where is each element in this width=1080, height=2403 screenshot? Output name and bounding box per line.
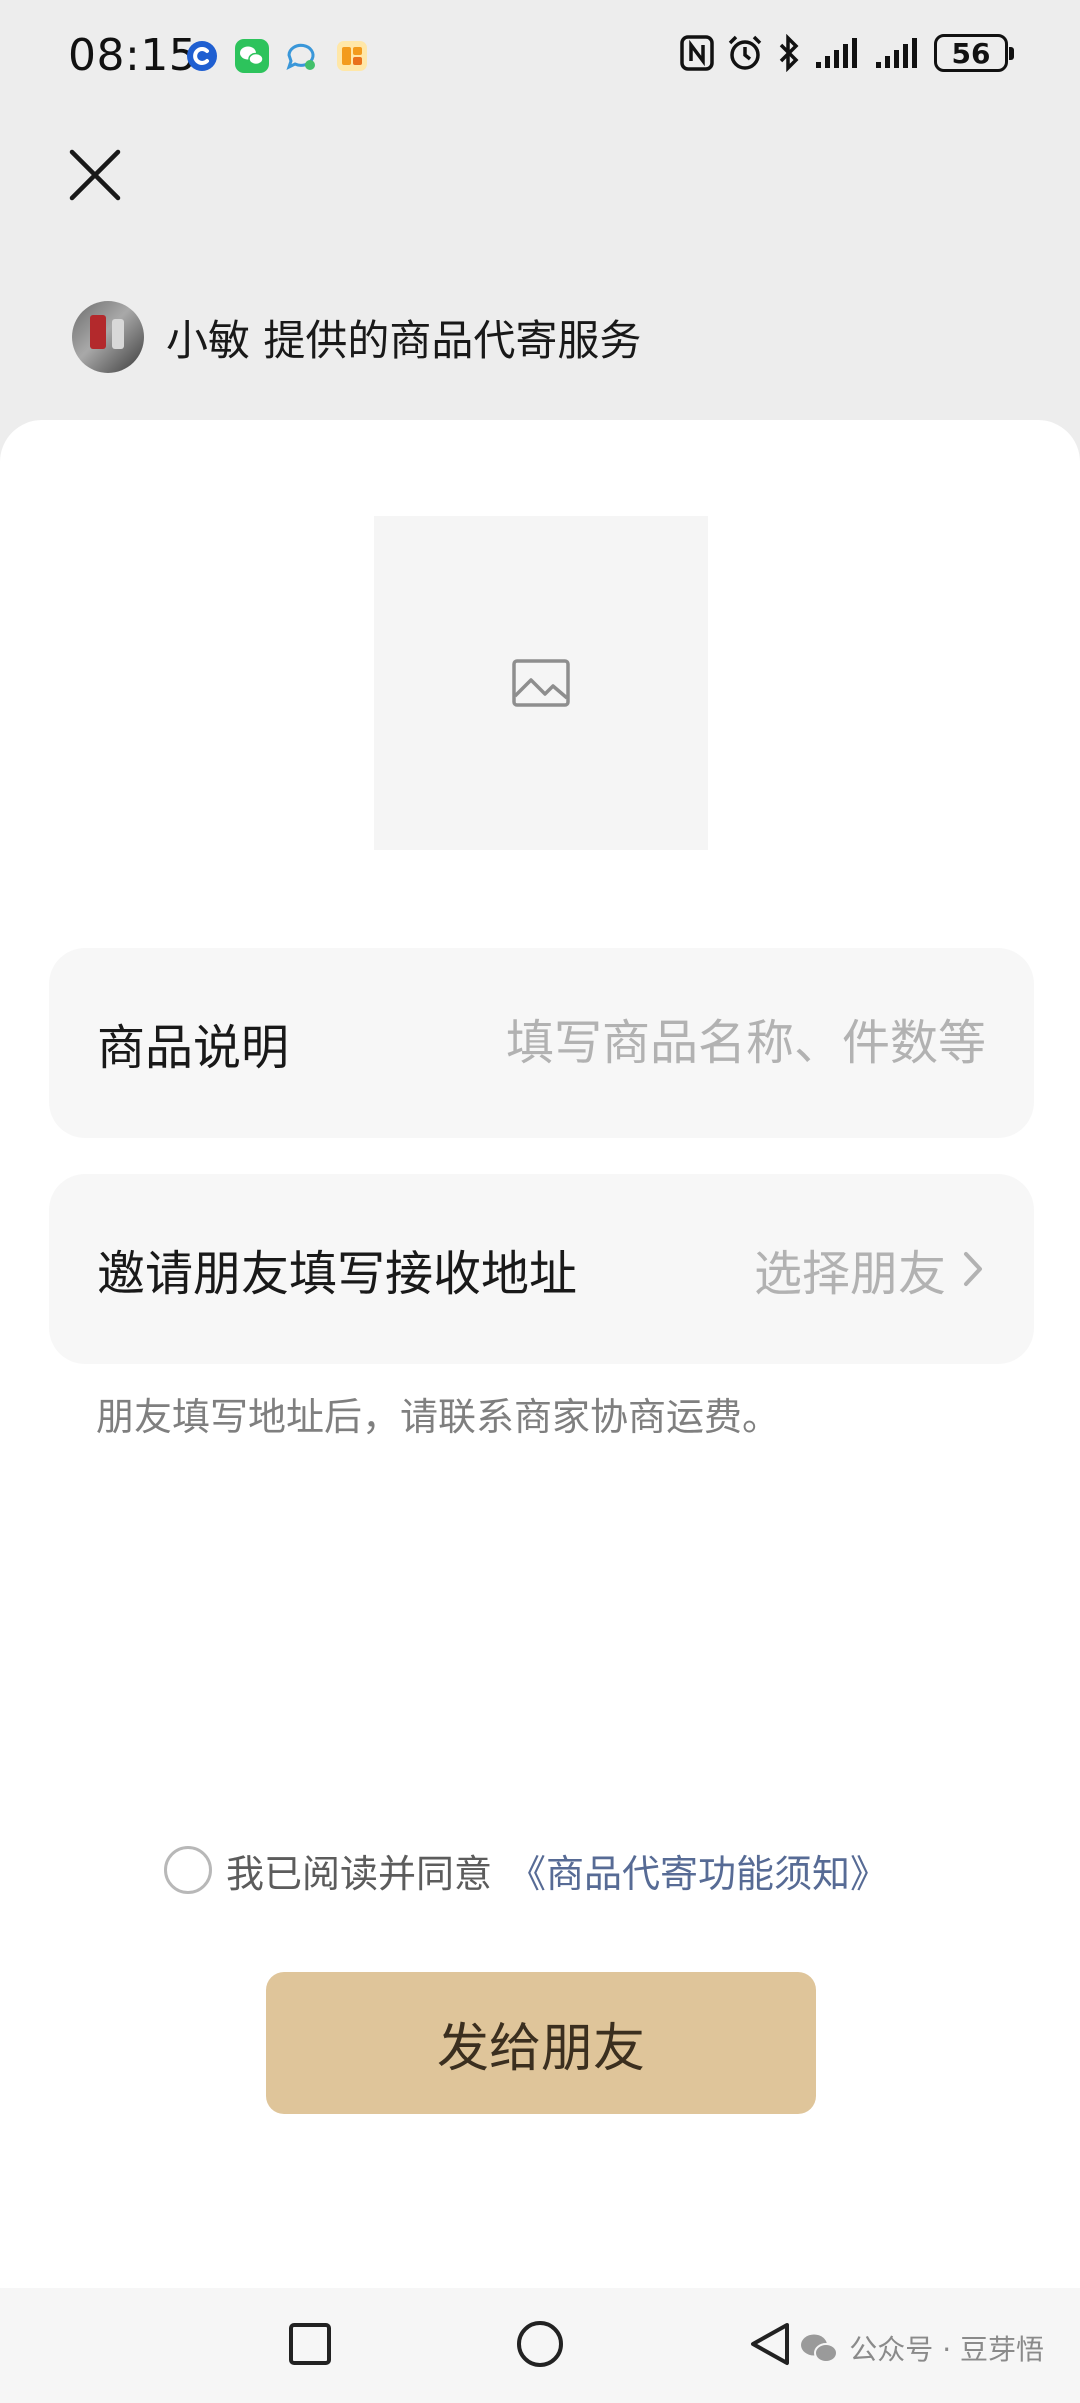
home-button[interactable] <box>510 2314 570 2374</box>
watermark: 公众号 · 豆芽悟 <box>799 2328 1044 2368</box>
wechat-watermark-icon <box>801 2334 839 2363</box>
agreement-checkbox[interactable] <box>164 1846 212 1894</box>
watermark-text: 公众号 · 豆芽悟 <box>849 2333 1044 2366</box>
orange-app-icon <box>337 41 367 71</box>
status-bar: 08:15 56 <box>0 0 1080 110</box>
invite-friend-row[interactable]: 邀请朋友填写接收地址 选择朋友 <box>49 1174 1034 1364</box>
battery-icon: 56 <box>934 34 1014 72</box>
image-icon <box>512 659 570 707</box>
triangle-back-icon <box>751 2323 789 2365</box>
agreement-text: 我已阅读并同意 <box>226 1851 493 1896</box>
agreement-link[interactable]: 《商品代寄功能须知》 <box>508 1843 888 1898</box>
screen: 08:15 56 小敏 提供的商品代寄服务 商品说明 填写商品名称、件数等 邀请… <box>0 0 1080 2403</box>
close-icon <box>69 149 121 201</box>
chevron-right-icon <box>964 1252 982 1286</box>
shipping-hint: 朋友填写地址后，请联系商家协商运费。 <box>96 1395 781 1439</box>
battery-level: 56 <box>951 36 991 70</box>
nfc-icon <box>680 35 714 71</box>
app-c-icon <box>187 41 217 71</box>
agreement-row: 我已阅读并同意 《商品代寄功能须知》 <box>164 1840 888 1900</box>
alarm-icon <box>728 35 762 70</box>
description-label: 商品说明 <box>97 1020 290 1076</box>
signal-icon <box>816 38 857 68</box>
avatar[interactable] <box>72 301 144 373</box>
invite-label: 邀请朋友填写接收地址 <box>97 1246 578 1302</box>
select-friend-text: 选择朋友 <box>753 1246 946 1302</box>
recent-apps-button[interactable] <box>280 2314 340 2374</box>
merchant-header: 小敏 提供的商品代寄服务 <box>72 298 641 376</box>
status-time: 08:15 <box>68 30 198 81</box>
invite-select[interactable]: 选择朋友 <box>754 1234 986 1304</box>
circle-home-icon <box>517 2321 563 2367</box>
back-button[interactable] <box>740 2314 800 2374</box>
wechat-icon <box>235 39 269 73</box>
form-sheet: 商品说明 邀请朋友填写接收地址 选择朋友 朋友填写地址后，请联系商家协商运费。 … <box>0 420 1080 2288</box>
navigation-bar: 公众号 · 豆芽悟 <box>0 2288 1080 2403</box>
notification-icons <box>184 38 370 74</box>
message-bubble-icon <box>286 43 315 70</box>
product-image-placeholder[interactable] <box>374 516 708 850</box>
system-icons: 56 <box>680 34 1014 72</box>
signal-icon <box>876 38 917 68</box>
description-field[interactable]: 商品说明 <box>49 948 1034 1138</box>
square-recent-icon <box>289 2323 331 2365</box>
close-button[interactable] <box>62 142 128 208</box>
description-input[interactable] <box>426 1015 986 1071</box>
bluetooth-icon <box>779 34 799 72</box>
page-title: 小敏 提供的商品代寄服务 <box>166 315 642 365</box>
send-to-friend-button[interactable]: 发给朋友 <box>266 1972 816 2114</box>
